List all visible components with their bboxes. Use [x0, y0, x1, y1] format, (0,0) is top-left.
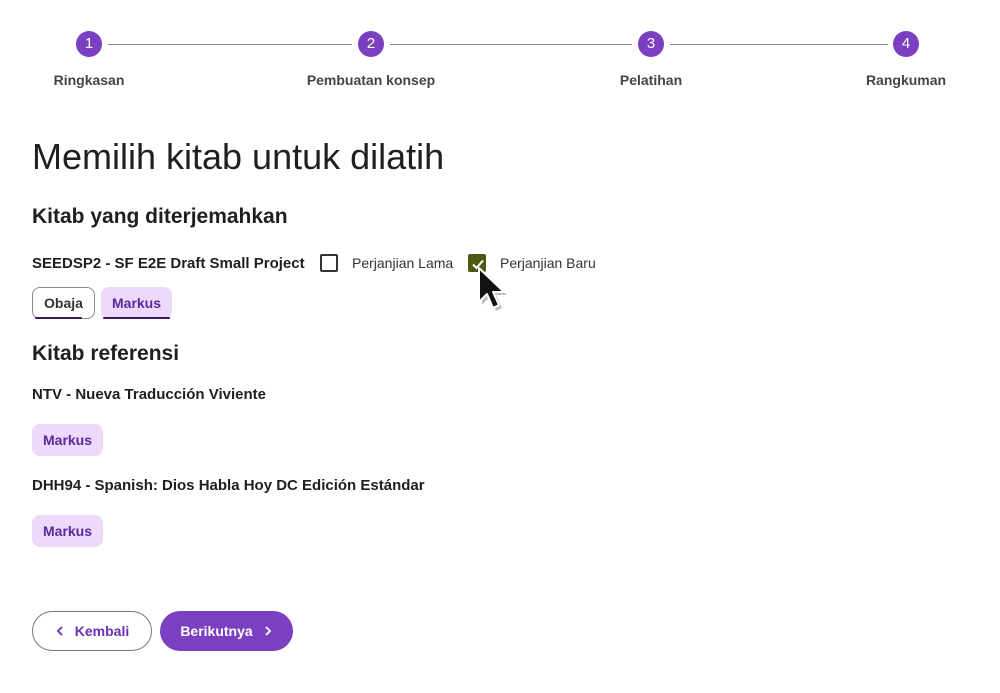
stepper-connector [108, 44, 352, 45]
stepper-connector [390, 44, 632, 45]
page-title: Memilih kitab untuk dilatih [32, 136, 445, 177]
step-4-label: Rangkuman [865, 72, 947, 88]
project-name: SEEDSP2 - SF E2E Draft Small Project [32, 255, 305, 272]
next-button-label: Berikutnya [180, 623, 253, 639]
translated-books-heading: Kitab yang diterjemahkan [32, 205, 288, 228]
reference-source-name: DHH94 - Spanish: Dios Habla Hoy DC Edici… [32, 477, 425, 494]
new-testament-label: Perjanjian Baru [500, 255, 596, 271]
back-button-label: Kembali [74, 623, 130, 639]
reference-book-chip-markus[interactable]: Markus [32, 515, 104, 547]
step-1-label: Ringkasan [53, 72, 125, 88]
book-chip-markus[interactable]: Markus [101, 287, 173, 319]
reference-source-name: NTV - Nueva Traducción Viviente [32, 386, 266, 403]
chevron-right-icon [265, 626, 271, 636]
step-4-indicator: 4 [893, 31, 919, 57]
book-chip-obaja[interactable]: Obaja [32, 287, 95, 319]
step-2-label: Pembuatan konsep [306, 72, 436, 88]
mouse-pointer-icon [478, 267, 507, 311]
progress-stepper: 1 2 3 4 Ringkasan Pembuatan konsep Pelat… [0, 0, 1000, 100]
old-testament-checkbox-option[interactable]: Perjanjian Lama [320, 254, 453, 272]
step-2-indicator: 2 [358, 31, 384, 57]
next-button[interactable]: Berikutnya [160, 611, 293, 651]
stepper-connector [670, 44, 888, 45]
step-1-indicator: 1 [76, 31, 102, 57]
old-testament-checkbox[interactable] [320, 254, 338, 272]
step-3-indicator: 3 [638, 31, 664, 57]
reference-books-heading: Kitab referensi [32, 342, 180, 365]
chevron-left-icon [56, 626, 63, 636]
reference-book-chip-markus[interactable]: Markus [32, 424, 104, 456]
back-button[interactable]: Kembali [32, 611, 152, 651]
old-testament-label: Perjanjian Lama [352, 255, 454, 271]
step-3-label: Pelatihan [619, 72, 683, 88]
